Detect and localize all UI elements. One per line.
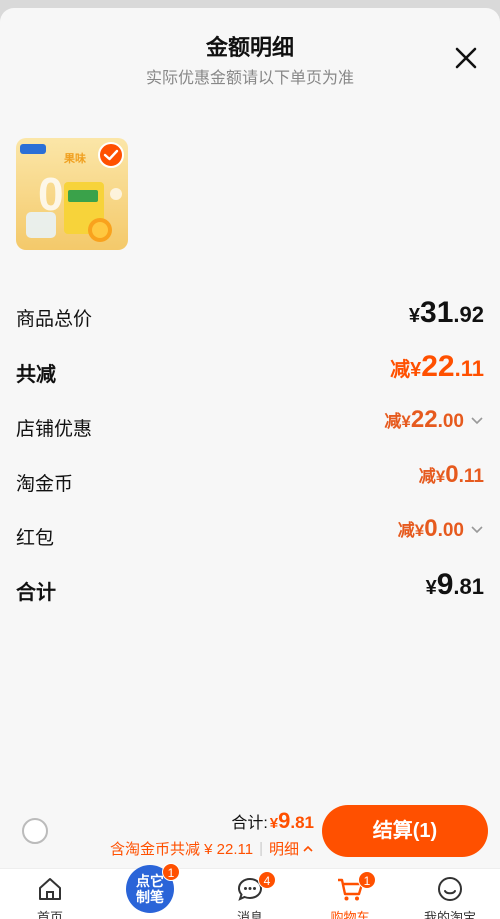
amount-decimal: .11 — [454, 356, 484, 381]
profile-icon — [438, 877, 462, 901]
amount-integer: 9 — [436, 568, 454, 601]
close-icon[interactable] — [452, 44, 480, 72]
chevron-down-icon[interactable] — [470, 413, 484, 427]
amount-decimal: .81 — [453, 574, 484, 599]
tab-promo[interactable]: 点它 制笔 1 — [100, 863, 200, 919]
row-subtotal: 商品总价 ¥ 31 .92 — [16, 296, 484, 336]
amount-detail-sheet: 金额明细 实际优惠金额请以下单页为准 果味 0 商品总价 ¥ 31 .92 共减… — [0, 8, 500, 919]
tab-home[interactable]: 首页 — [0, 869, 100, 919]
total-discount-value: 减¥ 22 .11 — [390, 350, 484, 384]
messages-badge: 4 — [258, 871, 276, 889]
subtotal-label: 商品总价 — [16, 309, 93, 330]
row-shop-discount[interactable]: 店铺优惠 减¥ 22 .00 — [16, 406, 484, 446]
tab-profile[interactable]: 我的淘宝 — [400, 869, 500, 919]
tab-cart-label: 购物车 — [330, 910, 370, 919]
divider: | — [259, 840, 263, 857]
coins-value: 减¥ 0 .11 — [419, 461, 484, 489]
chevron-down-icon[interactable] — [470, 522, 484, 536]
sheet-header: 金额明细 实际优惠金额请以下单页为准 — [0, 8, 500, 98]
tab-profile-label: 我的淘宝 — [423, 910, 476, 919]
amount-integer: 31 — [420, 296, 454, 329]
subtotal-value: ¥ 31 .92 — [409, 296, 484, 330]
checkout-button[interactable]: 结算(1) — [322, 805, 488, 857]
amount-decimal: .00 — [437, 411, 464, 432]
page-subtitle: 实际优惠金额请以下单页为准 — [145, 70, 354, 87]
chevron-up-icon[interactable] — [302, 843, 314, 855]
total-discount-label: 共减 — [16, 364, 56, 386]
tab-messages[interactable]: 4 消息 — [200, 869, 300, 919]
row-total: 合计 ¥ 9 .81 — [16, 568, 484, 608]
promo-badge: 1 — [162, 863, 180, 881]
page-title: 金额明细 — [205, 35, 294, 60]
tab-cart[interactable]: 1 购物车 — [300, 869, 400, 919]
selected-check-icon — [98, 142, 124, 168]
currency-symbol: ¥ — [425, 577, 437, 599]
total-label: 合计 — [16, 582, 56, 604]
discount-prefix: 减¥ — [390, 359, 422, 381]
select-all-radio[interactable] — [22, 818, 48, 844]
currency-symbol: ¥ — [269, 815, 279, 832]
cart-badge: 1 — [358, 871, 376, 889]
total-value: ¥ 9 .81 — [426, 568, 484, 602]
red-packet-label: 红包 — [16, 528, 55, 549]
bar-total: 合计: ¥ 9 .81 — [231, 808, 314, 834]
detail-toggle[interactable]: 明细 — [269, 838, 299, 859]
discount-prefix: 减¥ — [384, 412, 411, 431]
bar-total-label: 合计: — [231, 815, 268, 832]
product-thumbnail[interactable]: 果味 0 — [16, 138, 128, 250]
row-coins: 淘金币 减¥ 0 .11 — [16, 461, 484, 501]
tab-messages-label: 消息 — [236, 910, 263, 919]
amount-decimal: .92 — [453, 302, 484, 327]
bottom-tab-bar: 首页 点它 制笔 1 4 消息 1 购物车 我的淘宝 — [0, 863, 500, 919]
amount-integer: 0 — [445, 461, 459, 488]
discount-summary-text: 含淘金币共减 ¥ 22.11 — [109, 841, 254, 858]
discount-prefix: 减¥ — [418, 467, 446, 486]
amount-decimal: .81 — [290, 813, 314, 832]
discount-prefix: 减¥ — [397, 521, 425, 540]
coins-label: 淘金币 — [16, 474, 74, 495]
amount-decimal: .11 — [458, 466, 484, 487]
amount-integer: 22 — [421, 350, 455, 383]
bar-discount-summary: 含淘金币共减 ¥ 22.11 | 明细 — [110, 838, 314, 859]
shop-discount-label: 店铺优惠 — [16, 419, 93, 440]
amount-integer: 0 — [424, 515, 438, 542]
checkout-bar: 合计: ¥ 9 .81 含淘金币共减 ¥ 22.11 | 明细 结算(1) — [0, 798, 500, 868]
svg-text:果味: 果味 — [63, 151, 86, 165]
red-packet-value: 减¥ 0 .00 — [398, 515, 484, 543]
home-icon — [39, 878, 61, 900]
row-red-packet[interactable]: 红包 减¥ 0 .00 — [16, 515, 484, 555]
tab-home-label: 首页 — [36, 910, 63, 919]
row-total-discount: 共减 减¥ 22 .11 — [16, 350, 484, 390]
amount-integer: 22 — [410, 406, 438, 433]
currency-symbol: ¥ — [408, 305, 421, 327]
amount-integer: 9 — [278, 808, 291, 833]
amount-decimal: .00 — [437, 520, 464, 541]
shop-discount-value: 减¥ 22 .00 — [384, 406, 484, 434]
